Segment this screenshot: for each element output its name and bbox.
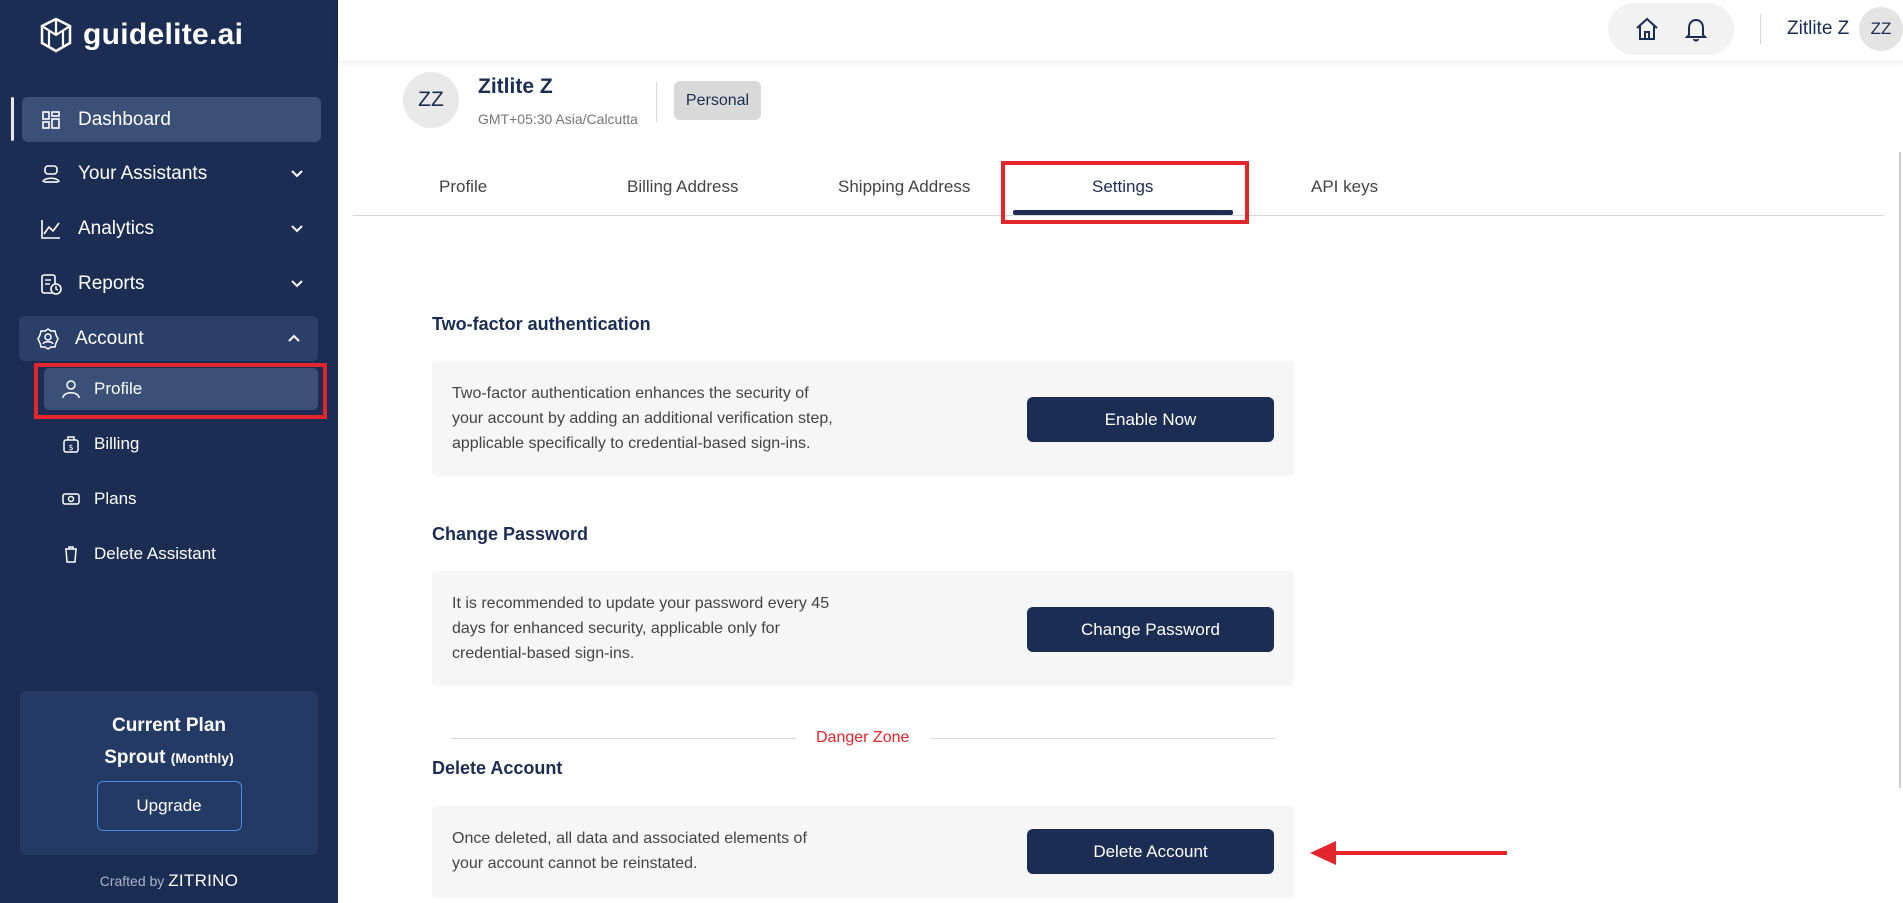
crafted-prefix: Crafted by — [99, 873, 165, 889]
crafted-brand[interactable]: ZITRINO — [168, 871, 238, 890]
bell-icon[interactable] — [1682, 15, 1710, 43]
change-password-card: It is recommended to update your passwor… — [432, 571, 1294, 686]
delete-account-desc-line: your account cannot be reinstated. — [452, 855, 698, 872]
billing-icon: $ — [60, 433, 82, 455]
plan-title: Current Plan — [111, 715, 227, 736]
plan-name: Sprout (Monthly) — [20, 747, 318, 769]
plan-name-value: Sprout — [104, 747, 166, 768]
two-factor-desc-line: Two-factor authentication enhances the s… — [452, 385, 809, 402]
sidebar-item-reports[interactable]: Reports — [22, 261, 321, 306]
sidebar-item-label: Your Assistants — [78, 162, 208, 184]
sidebar-subitem-label: Delete Assistant — [94, 544, 216, 563]
change-password-title: Change Password — [432, 524, 589, 544]
danger-divider-left — [451, 738, 796, 739]
tab-billing-address[interactable]: Billing Address — [627, 177, 739, 197]
home-icon[interactable] — [1633, 15, 1661, 43]
header-user-name[interactable]: Zitlite Z — [1787, 18, 1849, 40]
sidebar-item-label: Reports — [78, 272, 145, 294]
header-divider — [1760, 14, 1761, 44]
profile-name: Zitlite Z — [478, 75, 553, 98]
delete-account-description: Once deleted, all data and associated el… — [452, 826, 872, 876]
sidebar-subitem-label: Billing — [94, 434, 140, 453]
plan-period: (Monthly) — [170, 750, 234, 766]
account-type-badge: Personal — [674, 81, 761, 120]
sidebar-item-label: Dashboard — [78, 108, 171, 130]
crafted-by: Crafted by ZITRINO — [0, 871, 338, 891]
tab-api-keys[interactable]: API keys — [1311, 177, 1378, 197]
scrollbar[interactable] — [1899, 152, 1901, 788]
analytics-icon — [38, 216, 64, 242]
change-password-desc-line: It is recommended to update your passwor… — [452, 595, 830, 612]
highlight-box-profile — [34, 363, 327, 419]
tab-profile[interactable]: Profile — [439, 177, 487, 197]
sidebar-subitem-label: Plans — [94, 489, 137, 508]
brand-logo[interactable]: guidelite.ai — [37, 16, 243, 54]
profile-avatar: ZZ — [403, 72, 459, 128]
annotation-arrow-icon — [1310, 841, 1507, 865]
two-factor-description: Two-factor authentication enhances the s… — [452, 381, 872, 456]
active-indicator — [11, 97, 14, 141]
sidebar-item-dashboard[interactable]: Dashboard — [22, 97, 321, 142]
sidebar-item-your-assistants[interactable]: Your Assistants — [22, 151, 321, 196]
two-factor-desc-line: your account by adding an additional ver… — [452, 410, 833, 427]
plans-icon — [60, 488, 82, 510]
danger-zone-label: Danger Zone — [816, 729, 910, 746]
two-factor-title: Two-factor authentication — [432, 314, 651, 334]
reports-icon — [38, 271, 64, 297]
trash-icon — [60, 543, 82, 565]
sidebar-item-label: Account — [75, 327, 144, 349]
profile-divider — [656, 82, 657, 122]
sidebar-subitem-delete-assistant[interactable]: Delete Assistant — [44, 533, 318, 575]
current-plan-card: Current Plan Sprout (Monthly) Upgrade — [20, 691, 318, 855]
change-password-desc-line: credential-based sign-ins. — [452, 645, 635, 662]
delete-account-desc-line: Once deleted, all data and associated el… — [452, 830, 807, 847]
sidebar-subitem-billing[interactable]: $ Billing — [44, 423, 318, 465]
chevron-down-icon — [291, 225, 303, 233]
two-factor-desc-line: applicable specifically to credential-ba… — [452, 435, 811, 452]
account-gear-icon — [35, 326, 61, 352]
logo-icon — [40, 17, 72, 53]
header-icon-group — [1608, 3, 1734, 55]
delete-account-card: Once deleted, all data and associated el… — [432, 806, 1294, 898]
delete-account-title: Delete Account — [432, 758, 563, 778]
sidebar-item-account[interactable]: Account — [19, 316, 318, 361]
change-password-button[interactable]: Change Password — [1027, 607, 1274, 652]
danger-divider-right — [930, 738, 1275, 739]
dashboard-icon — [38, 107, 64, 133]
svg-text:$: $ — [68, 443, 73, 452]
sidebar-item-label: Analytics — [78, 217, 155, 239]
upgrade-button[interactable]: Upgrade — [96, 781, 242, 831]
chevron-down-icon — [291, 170, 303, 178]
sidebar: guidelite.ai Dashboard Your Assistants A… — [0, 0, 338, 903]
header-avatar[interactable]: ZZ — [1859, 7, 1903, 51]
highlight-box-settings — [1001, 161, 1249, 224]
delete-account-button[interactable]: Delete Account — [1027, 829, 1274, 874]
sidebar-item-analytics[interactable]: Analytics — [22, 206, 321, 251]
change-password-desc-line: days for enhanced security, applicable o… — [452, 620, 780, 637]
two-factor-card: Two-factor authentication enhances the s… — [432, 361, 1294, 476]
tab-shipping-address[interactable]: Shipping Address — [838, 177, 970, 197]
assistant-icon — [38, 161, 64, 187]
chevron-up-icon — [288, 334, 300, 342]
chevron-down-icon — [291, 280, 303, 288]
profile-timezone: GMT+05:30 Asia/Calcutta — [478, 111, 638, 127]
change-password-description: It is recommended to update your passwor… — [452, 591, 872, 666]
sidebar-subitem-plans[interactable]: Plans — [44, 478, 318, 520]
enable-now-button[interactable]: Enable Now — [1027, 397, 1274, 442]
brand-name: guidelite.ai — [83, 18, 244, 51]
